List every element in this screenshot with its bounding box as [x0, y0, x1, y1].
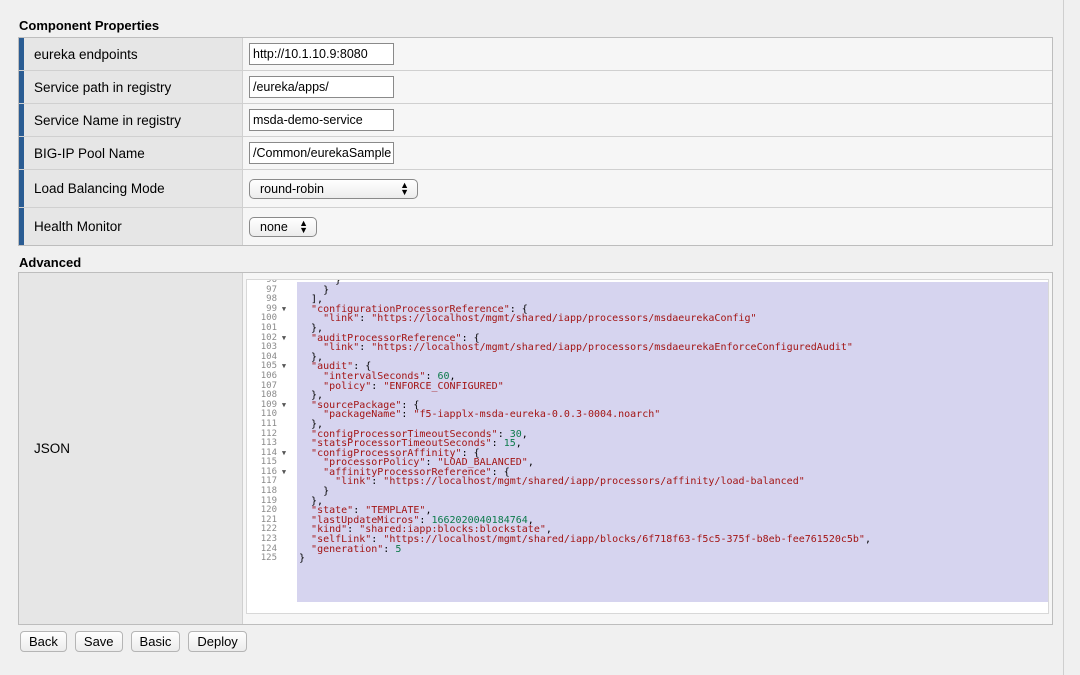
advanced-table: JSON 96 } 97 } 98 ], 99 ▼ "configurationProc… [18, 272, 1053, 625]
fold-triangle-icon [277, 382, 291, 392]
fold-triangle-icon [277, 516, 291, 526]
fold-triangle-icon [277, 420, 291, 430]
save-button[interactable]: Save [74, 631, 123, 652]
code-line: 96 } [247, 280, 1048, 286]
action-buttons: Back Save Basic Deploy [20, 631, 247, 652]
back-button[interactable]: Back [20, 631, 67, 652]
fold-triangle-icon[interactable]: ▼ [277, 305, 291, 315]
line-number: 125 [260, 553, 277, 564]
eureka-endpoints-input[interactable]: http://10.1.10.9:8080 [249, 43, 394, 65]
deploy-button[interactable]: Deploy [188, 631, 247, 652]
property-label: Service Name in registry [19, 104, 243, 136]
code-line: 97 } [247, 285, 1048, 296]
fold-triangle-icon[interactable]: ▼ [277, 334, 291, 344]
fold-triangle-icon [277, 477, 291, 487]
json-label: JSON [19, 273, 243, 624]
property-row-pool-name: BIG-IP Pool Name /Common/eurekaSample [19, 137, 1052, 170]
code-lines: 96 } 97 } 98 ], 99 ▼ "configurationProcessor… [247, 280, 1048, 564]
load-balancing-mode-select[interactable]: round-robin ▲ ▼ [249, 178, 418, 199]
code-text: "packageName": "f5-iapplx-msda-eureka-0.… [323, 409, 661, 421]
fold-triangle-icon [277, 525, 291, 535]
pool-name-input[interactable]: /Common/eurekaSample [249, 142, 394, 164]
property-label: eureka endpoints [19, 38, 243, 70]
section-title-component-properties: Component Properties [19, 18, 160, 33]
section-title-advanced: Advanced [19, 255, 82, 270]
property-row-service-path: Service path in registry /eureka/apps/ [19, 71, 1052, 104]
code-line: 100 "link": "https://localhost/mgmt/shar… [247, 314, 1048, 324]
property-label: Health Monitor [19, 208, 243, 245]
property-label: Load Balancing Mode [19, 170, 243, 207]
property-row-service-name: Service Name in registry msda-demo-servi… [19, 104, 1052, 137]
json-code-editor[interactable]: 96 } 97 } 98 ], 99 ▼ "configurationProcessor… [246, 279, 1049, 614]
fold-triangle-icon [277, 343, 291, 353]
service-name-input[interactable]: msda-demo-service [249, 109, 394, 131]
fold-triangle-icon [277, 391, 291, 401]
fold-triangle-icon [277, 353, 291, 363]
property-label: BIG-IP Pool Name [19, 137, 243, 169]
up-down-arrows-icon: ▲ ▼ [299, 217, 308, 235]
fold-triangle-icon[interactable]: ▼ [277, 362, 291, 372]
fold-triangle-icon [277, 497, 291, 507]
fold-triangle-icon [277, 554, 291, 564]
code-line: 103 "link": "https://localhost/mgmt/shar… [247, 343, 1048, 353]
code-text: } [299, 553, 306, 565]
select-value: round-robin [260, 181, 324, 196]
select-value: none [260, 219, 288, 234]
fold-triangle-icon [277, 487, 291, 497]
code-line: 125} [247, 554, 1048, 564]
code-line: 118 } [247, 486, 1048, 497]
component-properties-table: eureka endpoints http://10.1.10.9:8080 S… [18, 37, 1053, 246]
code-line: 117 "link": "https://localhost/mgmt/shar… [247, 477, 1048, 487]
up-down-arrows-icon: ▲ ▼ [400, 179, 409, 197]
code-text: "link": "https://localhost/mgmt/shared/i… [323, 342, 853, 354]
fold-triangle-icon [277, 324, 291, 334]
fold-triangle-icon [277, 410, 291, 420]
fold-triangle-icon [277, 372, 291, 382]
fold-triangle-icon [277, 314, 291, 324]
health-monitor-select[interactable]: none ▲ ▼ [249, 216, 317, 237]
code-line: 124 "generation": 5 [247, 543, 1048, 555]
fold-triangle-icon[interactable]: ▼ [277, 401, 291, 411]
code-line: 107 "policy": "ENFORCE_CONFIGURED" [247, 381, 1048, 392]
service-path-input[interactable]: /eureka/apps/ [249, 76, 394, 98]
property-row-eureka-endpoints: eureka endpoints http://10.1.10.9:8080 [19, 38, 1052, 71]
fold-triangle-icon [277, 280, 291, 286]
fold-triangle-icon [277, 506, 291, 516]
property-row-lb-mode: Load Balancing Mode round-robin ▲ ▼ [19, 170, 1052, 208]
fold-triangle-icon [277, 535, 291, 545]
code-text: "link": "https://localhost/mgmt/shared/i… [323, 313, 757, 325]
fold-triangle-icon[interactable]: ▼ [277, 468, 291, 478]
fold-triangle-icon [277, 295, 291, 305]
code-text: "generation": 5 [311, 543, 402, 555]
property-row-health-monitor: Health Monitor none ▲ ▼ [19, 208, 1052, 245]
basic-button[interactable]: Basic [130, 631, 181, 652]
property-label: Service path in registry [19, 71, 243, 103]
code-text: "link": "https://localhost/mgmt/shared/i… [335, 476, 805, 488]
fold-triangle-icon [277, 458, 291, 468]
fold-triangle-icon [277, 286, 291, 296]
fold-triangle-icon [277, 545, 291, 555]
fold-triangle-icon [277, 439, 291, 449]
fold-triangle-icon [277, 430, 291, 440]
fold-triangle-icon[interactable]: ▼ [277, 449, 291, 459]
code-line: 110 "packageName": "f5-iapplx-msda-eurek… [247, 410, 1048, 420]
